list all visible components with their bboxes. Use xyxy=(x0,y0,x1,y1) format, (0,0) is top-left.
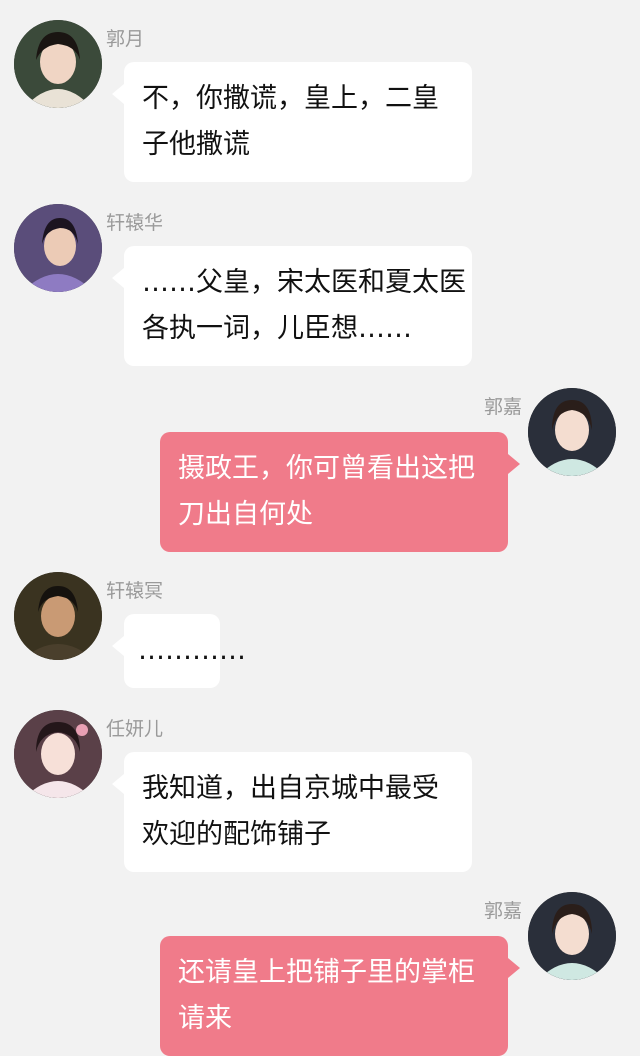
message-line: ……父皇，宋太医和夏太医 xyxy=(142,267,466,298)
sender-name: 任妍儿 xyxy=(106,718,164,740)
message-bubble[interactable]: 摄政王，你可曾看出这把 刀出自何处 xyxy=(160,432,520,552)
message-line: 我知道，出自京城中最受 xyxy=(142,773,439,804)
message-bubble[interactable]: ……父皇，宋太医和夏太医 各执一词，儿臣想…… xyxy=(112,246,472,366)
avatar-renyaner[interactable] xyxy=(14,710,102,798)
sender-name: 轩辕冥 xyxy=(106,580,164,602)
avatar-guojia[interactable] xyxy=(528,388,616,476)
sender-name: 郭月 xyxy=(106,28,145,50)
avatar-xuanyuanhua[interactable] xyxy=(14,204,102,292)
sender-name: 郭嘉 xyxy=(484,396,523,418)
message-line: 摄政王，你可曾看出这把 xyxy=(178,453,475,484)
sender-name: 轩辕华 xyxy=(106,212,164,234)
avatar-guoyue[interactable] xyxy=(14,20,102,108)
avatar-xuanyuanming[interactable] xyxy=(14,572,102,660)
message-line: 各执一词，儿臣想…… xyxy=(142,313,412,344)
message-line: 不，你撒谎，皇上，二皇 xyxy=(142,83,439,114)
message-line: 欢迎的配饰铺子 xyxy=(142,819,331,850)
message-bubble[interactable]: 不，你撒谎，皇上，二皇 子他撒谎 xyxy=(112,62,472,182)
message-line: ………… xyxy=(138,635,246,666)
message-line: 还请皇上把铺子里的掌柜 xyxy=(178,957,475,988)
sender-name: 郭嘉 xyxy=(484,900,523,922)
message-line: 子他撒谎 xyxy=(142,129,250,160)
message-bubble[interactable]: 我知道，出自京城中最受 欢迎的配饰铺子 xyxy=(112,752,472,872)
message-line: 请来 xyxy=(178,1003,232,1034)
message-bubble[interactable]: ………… xyxy=(112,614,246,688)
message-line: 刀出自何处 xyxy=(178,499,313,530)
avatar-guojia[interactable] xyxy=(528,892,616,980)
message-bubble[interactable]: 还请皇上把铺子里的掌柜 请来 xyxy=(160,936,520,1056)
